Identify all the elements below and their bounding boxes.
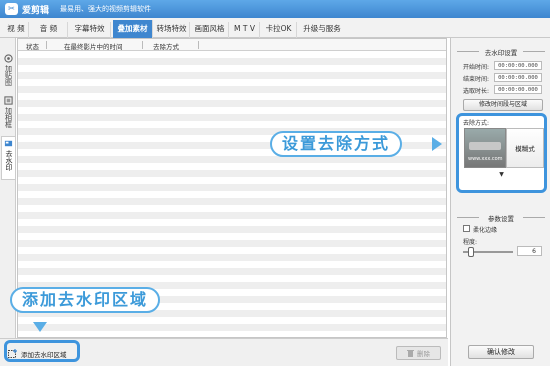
callout-set-removal-mode: 设置去除方式 [270,131,403,157]
side-tab-label: 加相框 [4,107,13,128]
column-removal-mode: 去除方式 [153,43,179,51]
side-tab-add-frame[interactable]: 加相框 [1,94,15,136]
title-bar: ✂ 爱剪辑 最易用、强大的视频剪辑软件 [0,0,550,18]
column-divider [198,41,199,49]
confirm-modify-button[interactable]: 确认修改 [468,345,534,359]
degree-spinbox[interactable]: 6 [517,246,542,256]
tab-picture-style[interactable]: 画面风格 [191,22,229,38]
tab-video[interactable]: 视 频 [4,22,29,38]
callout-add-watermark-region: 添加去水印区域 [10,287,161,313]
end-time-field[interactable]: 00:00:00.000 [494,73,542,82]
frame-icon [3,96,13,105]
soften-edge-checkbox[interactable] [463,225,470,232]
side-tab-remove-watermark[interactable]: 去水印 [1,136,15,180]
start-time-field[interactable]: 00:00:00.000 [494,61,542,70]
tab-upgrade-service[interactable]: 升级与服务 [298,22,346,38]
trash-icon [407,350,414,357]
start-time-label: 开始时间: [463,64,490,71]
tab-overlay-material[interactable]: 叠加素材 [113,20,153,38]
side-tab-add-sticker[interactable]: 加贴图 [1,52,15,94]
duration-field[interactable]: 00:00:00.000 [494,85,542,94]
delete-button-label: 删除 [417,350,430,358]
callout-arrow-down [33,322,47,332]
list-header: 状态 在最终影片中的时间 去除方式 [18,39,446,51]
add-region-highlight [4,340,80,362]
delete-button[interactable]: 删除 [396,346,441,360]
degree-label: 程度: [463,239,478,246]
sticker-icon [3,54,13,63]
end-time-label: 结束时间: [463,76,490,83]
tab-subtitle-effects[interactable]: 字幕特效 [69,22,111,38]
main-tab-bar: 视 频 音 频 字幕特效 叠加素材 转场特效 画面风格 M T V 卡拉OK 升… [0,18,550,38]
duration-label: 选取时长: [463,88,490,95]
tab-mtv[interactable]: M T V [230,22,260,38]
side-tab-bar: 加贴图 加相框 去水印 [0,38,16,366]
column-divider [142,41,143,49]
watermark-settings-panel: 去水印设置 开始时间: 00:00:00.000 结束时间: 00:00:00.… [450,38,550,366]
modify-time-region-button[interactable]: 修改时间段与区域 [463,99,543,111]
degree-slider-handle[interactable] [468,247,474,257]
app-tagline: 最易用、强大的视频剪辑软件 [60,5,151,13]
removal-mode-option[interactable]: 模糊式 [506,128,544,168]
removal-mode-preview[interactable]: www.xxx.com [464,128,506,168]
removal-mode-highlight: 去除方式: www.xxx.com 模糊式 ▼ [456,113,547,193]
app-name: 爱剪辑 [22,6,50,16]
mode-dropdown-arrow-icon[interactable]: ▼ [459,171,544,178]
tab-transition-effects[interactable]: 转场特效 [154,22,190,38]
column-divider [46,41,47,49]
soften-edge-label: 柔化边缘 [473,227,498,234]
section-parameters: 参数设置 [451,213,550,223]
preview-url-text: www.xxx.com [468,156,503,162]
column-time: 在最终影片中的时间 [64,43,123,51]
side-tab-label: 加贴图 [4,65,13,86]
blur-preview-region [469,142,501,150]
column-status: 状态 [26,43,39,51]
watermark-icon [4,140,13,147]
tab-karaoke[interactable]: 卡拉OK [261,22,297,38]
callout-arrow-right [432,137,442,151]
app-logo-icon: ✂ [5,3,18,15]
section-watermark-settings: 去水印设置 [451,47,550,57]
side-tab-label: 去水印 [5,150,13,171]
removal-mode-label: 去除方式: [463,120,490,127]
tab-audio[interactable]: 音 频 [30,22,68,38]
